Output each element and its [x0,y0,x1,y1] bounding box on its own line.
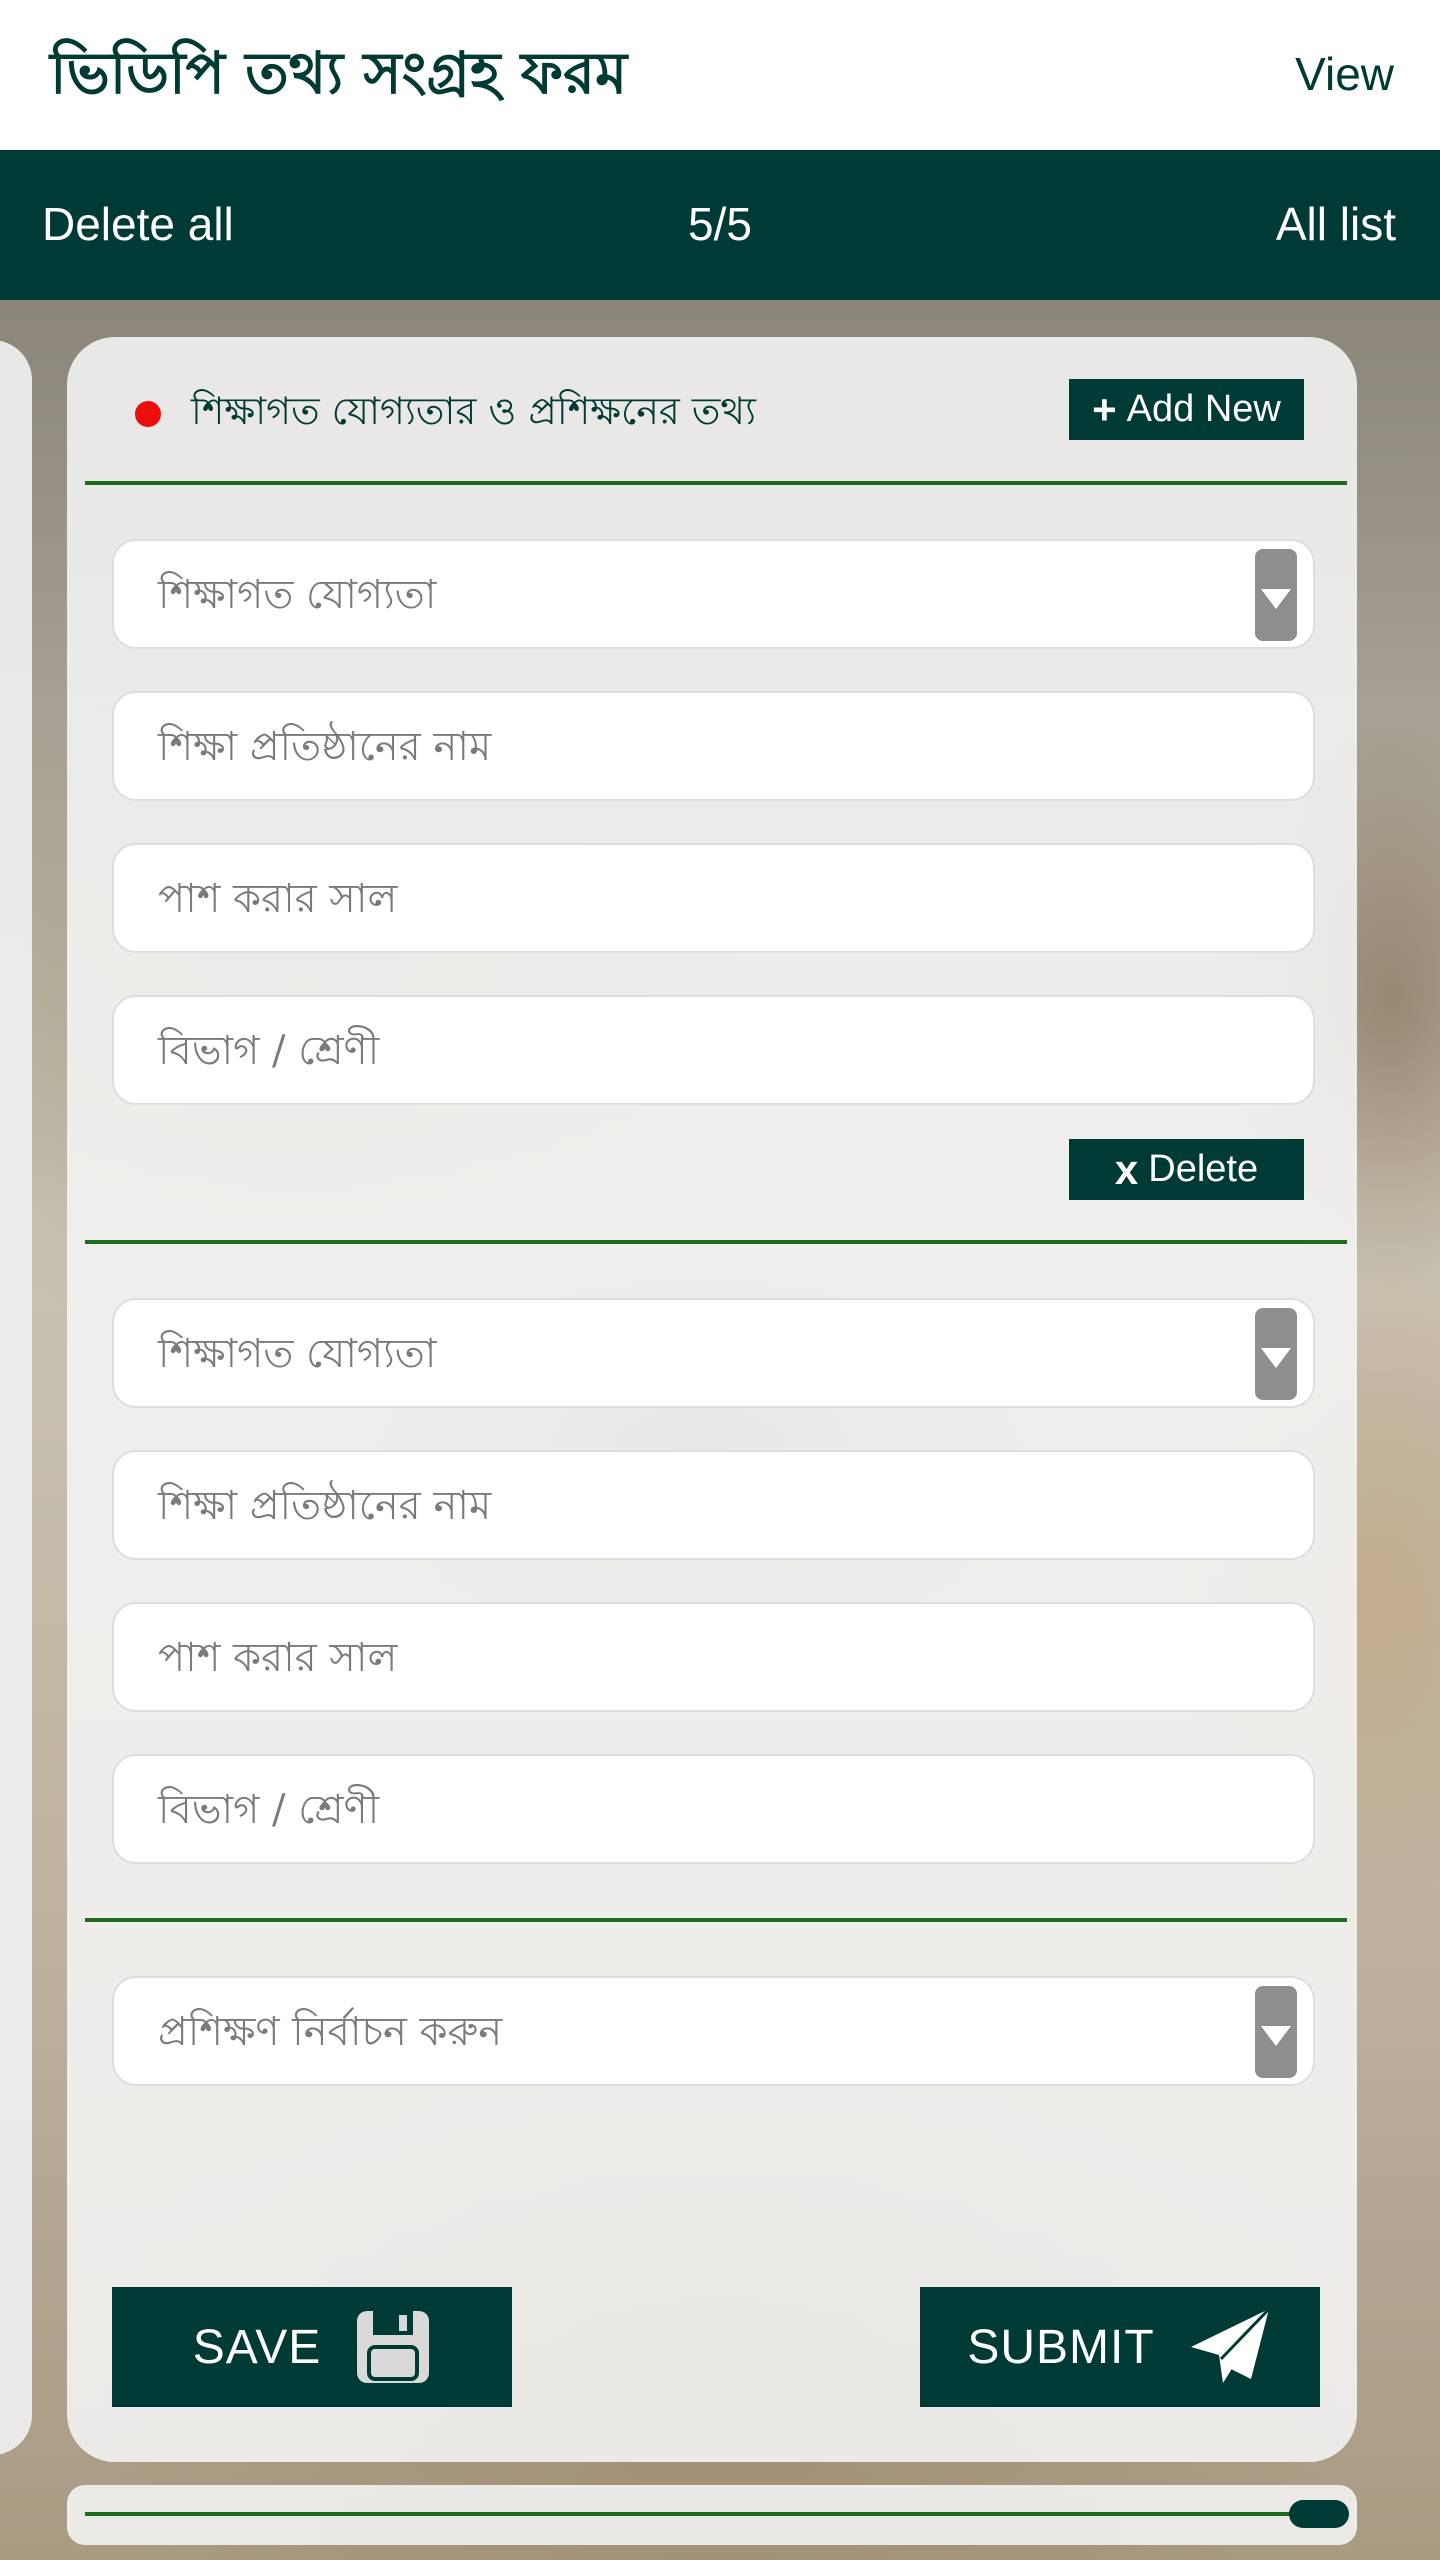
training-divider [85,1918,1347,1922]
chevron-down-icon[interactable] [1255,549,1297,641]
scrollbar-track-line [85,2512,1325,2516]
required-indicator [135,401,161,427]
chevron-down-icon[interactable] [1255,1308,1297,1400]
institution-placeholder: শিক্ষা প্রতিষ্ঠানের নাম [158,724,492,770]
division-input-2[interactable]: বিভাগ / শ্রেণী [112,1754,1315,1864]
toolbar: 5/5 Delete all All list [0,150,1440,300]
x-icon: x [1114,1145,1139,1193]
education-form-card: শিক্ষাগত যোগ্যতার ও প্রশিক্ষনের তথ্য + A… [67,337,1357,2462]
save-button[interactable]: SAVE [112,2287,512,2407]
passing-year-input-2[interactable]: পাশ করার সাল [112,1602,1315,1712]
section-header: শিক্ষাগত যোগ্যতার ও প্রশিক্ষনের তথ্য + A… [67,337,1357,487]
add-new-button[interactable]: + Add New [1069,379,1304,440]
add-new-label: Add New [1126,388,1281,430]
app-header: ভিডিপি তথ্য সংগ্রহ ফরম View [0,0,1440,150]
save-label: SAVE [192,2320,322,2374]
all-list-button[interactable]: All list [1276,194,1396,254]
horizontal-scrollbar[interactable] [67,2485,1357,2545]
delete-all-button[interactable]: Delete all [42,194,234,254]
chevron-down-icon[interactable] [1255,1986,1297,2078]
scrollbar-thumb[interactable] [1289,2500,1349,2528]
passing-year-input-1[interactable]: পাশ করার সাল [112,843,1315,953]
division-input-1[interactable]: বিভাগ / শ্রেণী [112,995,1315,1105]
division-placeholder: বিভাগ / শ্রেণী [158,1028,380,1074]
delete-label: Delete [1148,1148,1259,1190]
institution-placeholder: শিক্ষা প্রতিষ্ঠানের নাম [158,1483,492,1529]
passing-year-placeholder: পাশ করার সাল [158,876,398,922]
division-placeholder: বিভাগ / শ্রেণী [158,1787,380,1833]
entry-divider [85,1240,1347,1244]
qualification-placeholder: শিক্ষাগত যোগ্যতা [158,572,437,618]
floppy-disk-icon [357,2311,430,2383]
submit-label: SUBMIT [967,2320,1155,2374]
plus-icon: + [1092,385,1117,433]
training-placeholder: প্রশিক্ষণ নির্বাচন করুন [158,2009,503,2055]
page-title: ভিডিপি তথ্য সংগ্রহ ফরম [50,39,628,107]
qualification-placeholder: শিক্ষাগত যোগ্যতা [158,1331,437,1377]
institution-input-2[interactable]: শিক্ষা প্রতিষ্ঠানের নাম [112,1450,1315,1560]
section-title: শিক্ষাগত যোগ্যতার ও প্রশিক্ষনের তথ্য [191,389,757,433]
institution-input-1[interactable]: শিক্ষা প্রতিষ্ঠানের নাম [112,691,1315,801]
training-select[interactable]: প্রশিক্ষণ নির্বাচন করুন [112,1976,1315,2086]
submit-button[interactable]: SUBMIT [920,2287,1320,2407]
delete-entry-button[interactable]: x Delete [1069,1139,1304,1200]
paper-plane-icon [1190,2307,1270,2383]
qualification-select-2[interactable]: শিক্ষাগত যোগ্যতা [112,1298,1315,1408]
previous-card-edge [0,340,32,2455]
passing-year-placeholder: পাশ করার সাল [158,1635,398,1681]
qualification-select-1[interactable]: শিক্ষাগত যোগ্যতা [112,539,1315,649]
section-divider [85,481,1347,485]
view-link[interactable]: View [1295,44,1394,104]
